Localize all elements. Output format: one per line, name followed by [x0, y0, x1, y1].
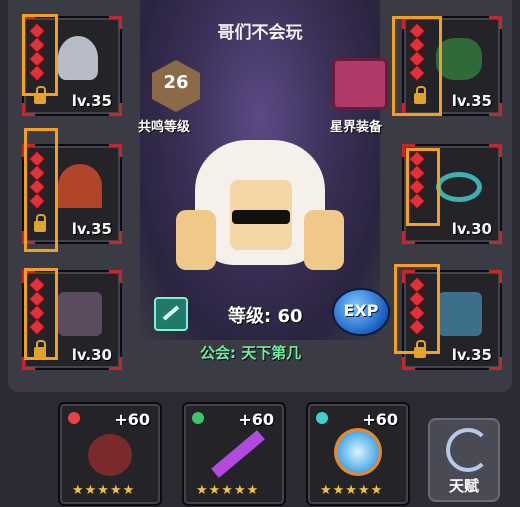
weapon-slot-1[interactable]: +60 ★★★★★ [58, 402, 162, 506]
astral-gear-label: 星界装备 [330, 120, 383, 135]
astral-chest-icon[interactable] [332, 58, 388, 110]
weapon-slot-3[interactable]: +60 ★★★★★ [306, 402, 410, 506]
slot-level: lv.30 [451, 220, 492, 238]
hero-level: 等级: 60 [228, 306, 303, 327]
resonance-level: 26 [163, 72, 189, 93]
star-rating: ★★★★★ [320, 483, 384, 498]
exp-icon[interactable]: EXP [334, 290, 388, 334]
highlight-box [394, 264, 440, 354]
highlight-box [22, 14, 58, 96]
slot-corner [22, 103, 35, 116]
weapon-slot-2[interactable]: +60 ★★★★★ [182, 402, 286, 506]
helmet-icon [58, 36, 98, 80]
cape-icon [58, 164, 102, 208]
slot-corner [109, 144, 122, 157]
talent-icon [446, 428, 490, 472]
weapon-bonus: +60 [362, 410, 398, 429]
slot-level: lv.35 [451, 92, 492, 110]
hero-hair-right [304, 210, 344, 270]
player-name: 哥们不会玩 [217, 23, 303, 43]
slot-level: lv.35 [71, 92, 112, 110]
armor-icon [58, 292, 102, 336]
highlight-box [406, 148, 440, 226]
staff-icon [211, 430, 265, 478]
slot-level: lv.35 [451, 346, 492, 364]
highlight-box [24, 268, 58, 360]
slot-corner [489, 16, 502, 29]
guild-name: 公会: 天下第几 [200, 344, 302, 362]
hero-hair-left [176, 210, 216, 270]
slot-corner [489, 144, 502, 157]
ring-icon [436, 172, 482, 202]
slot-level: lv.30 [71, 346, 112, 364]
slot-level: lv.35 [71, 220, 112, 238]
checkmark-icon[interactable] [154, 297, 188, 331]
star-rating: ★★★★★ [196, 483, 260, 498]
weapon-bonus: +60 [114, 410, 150, 429]
gem-icon [68, 412, 80, 424]
slot-corner [402, 231, 415, 244]
gem-icon [192, 412, 204, 424]
slot-corner [109, 16, 122, 29]
resonance-label: 共鸣等级 [138, 120, 191, 135]
slot-corner [402, 357, 415, 370]
amulet-icon [436, 38, 482, 80]
weapon-bonus: +60 [238, 410, 274, 429]
gem-icon [316, 412, 328, 424]
highlight-box [24, 128, 58, 252]
star-rating: ★★★★★ [72, 483, 136, 498]
exp-label: EXP [343, 301, 379, 320]
talent-label: 天赋 [448, 477, 479, 495]
crossbow-icon [88, 434, 132, 476]
talent-button[interactable]: 天赋 [428, 418, 500, 502]
orb-icon [334, 428, 382, 476]
boots-icon [438, 292, 482, 336]
sunglasses-icon [232, 210, 290, 224]
slot-corner [109, 270, 122, 283]
highlight-box [392, 16, 442, 116]
slot-corner [489, 270, 502, 283]
